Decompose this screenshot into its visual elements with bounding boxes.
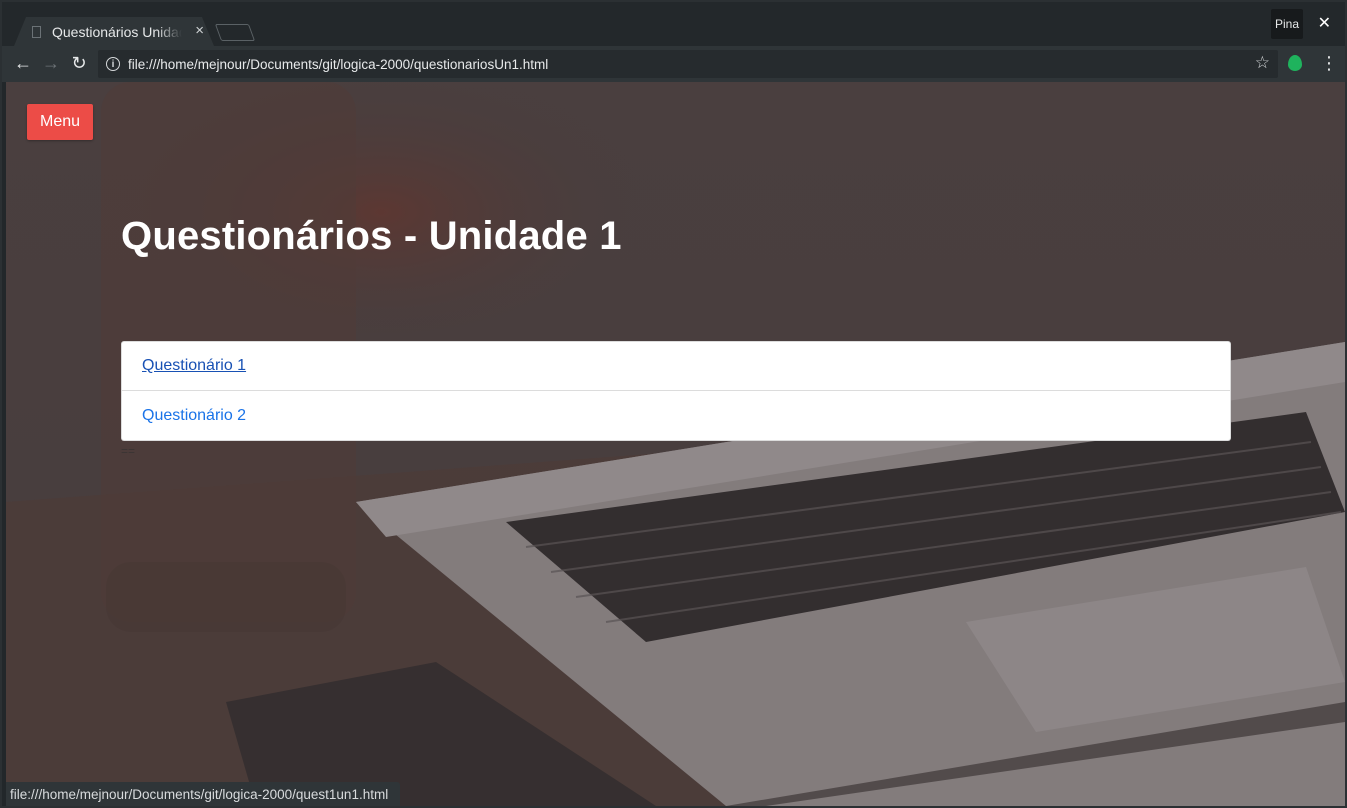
questionnaire-1-link[interactable]: Questionário 1 [142,357,246,375]
extension-icon[interactable] [1288,55,1302,71]
address-bar[interactable]: i file:///home/mejnour/Documents/git/log… [98,50,1278,78]
tab-close-icon[interactable]: × [195,22,204,39]
list-item: Questionário 1 [121,341,1231,391]
reload-icon[interactable]: ↻ [70,54,88,72]
menu-button[interactable]: Menu [27,104,93,140]
browser-toolbar: ← → ↻ i file:///home/mejnour/Documents/g… [2,46,1345,82]
window-close-icon[interactable]: ✕ [1318,13,1331,33]
background-overlay [6,82,1345,806]
status-bar-url: file:///home/mejnour/Documents/git/logic… [6,782,401,806]
pin-button[interactable]: Pina [1271,9,1303,39]
list-item: Questionário 2 [121,391,1231,441]
kebab-menu-icon[interactable]: ⋮ [1320,54,1338,72]
title-bar: Questionários Unidade 1 × Pina ✕ [2,2,1345,46]
back-icon[interactable]: ← [14,54,32,72]
browser-tab[interactable]: Questionários Unidade 1 × [14,17,214,46]
file-icon [32,25,41,38]
new-tab-button[interactable] [214,24,256,41]
questionnaire-list: Questionário 1 Questionário 2 [121,341,1231,441]
stray-text: == [121,444,136,458]
forward-icon[interactable]: → [42,54,60,72]
info-icon[interactable]: i [106,57,120,71]
browser-window: Questionários Unidade 1 × Pina ✕ ← → ↻ i… [0,0,1347,808]
page-title: Questionários - Unidade 1 [121,214,622,258]
page-viewport: Menu Questionários - Unidade 1 Questioná… [6,82,1345,806]
url-text[interactable]: file:///home/mejnour/Documents/git/logic… [128,57,548,72]
tab-title: Questionários Unidade 1 [52,23,182,40]
star-icon[interactable]: ☆ [1255,53,1270,73]
questionnaire-2-link[interactable]: Questionário 2 [142,407,246,425]
